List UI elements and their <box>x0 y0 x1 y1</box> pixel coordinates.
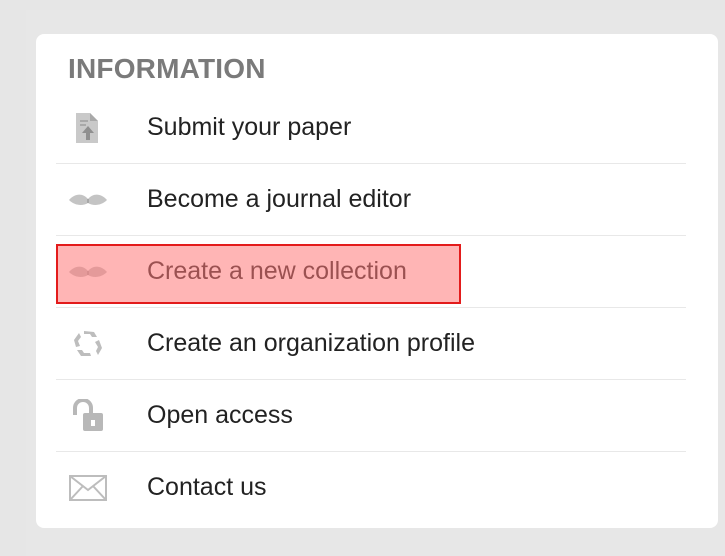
menu-item-open-access[interactable]: Open access <box>56 380 686 452</box>
recycle-arrows-icon <box>66 326 110 362</box>
menu-item-contact-us[interactable]: Contact us <box>56 452 686 524</box>
menu-item-create-collection[interactable]: Create a new collection <box>56 236 686 308</box>
document-upload-icon <box>66 110 110 146</box>
menu-item-label: Create a new collection <box>147 257 407 285</box>
menu-item-submit-paper[interactable]: Submit your paper <box>56 92 686 164</box>
menu-item-create-organization-profile[interactable]: Create an organization profile <box>56 308 686 380</box>
menu-item-become-editor[interactable]: Become a journal editor <box>56 164 686 236</box>
open-padlock-icon <box>66 398 110 434</box>
menu-item-label: Contact us <box>147 473 267 501</box>
information-menu: Submit your paper Become a journal edito… <box>56 92 686 524</box>
open-book-icon <box>66 254 110 290</box>
information-title: INFORMATION <box>68 53 266 84</box>
envelope-icon <box>66 470 110 506</box>
menu-item-label: Create an organization profile <box>147 329 475 357</box>
menu-item-label: Open access <box>147 401 293 429</box>
menu-item-label: Become a journal editor <box>147 185 412 213</box>
menu-item-label: Submit your paper <box>147 113 352 141</box>
open-book-icon <box>66 182 110 218</box>
information-card: INFORMATION Submit your paper Become a j… <box>36 34 718 528</box>
